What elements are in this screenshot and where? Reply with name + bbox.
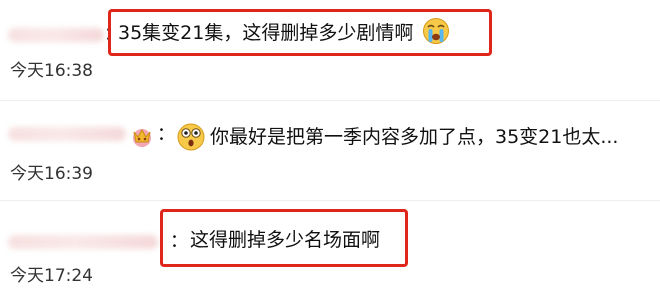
surprised-face-icon bbox=[177, 123, 205, 151]
comment-item: ： 你最好是把第一季内容多加了点，35变21也太... 今天16:39 bbox=[0, 100, 660, 200]
comment-text: 35集变21集，这得删掉多少剧情啊 bbox=[118, 22, 414, 44]
colon-separator: ： bbox=[170, 231, 188, 252]
crown-badge-icon bbox=[133, 128, 151, 147]
comment-timestamp: 今天17:24 bbox=[10, 266, 93, 286]
comment-timestamp: 今天16:39 bbox=[10, 164, 93, 184]
username-redacted[interactable] bbox=[8, 235, 158, 249]
crying-face-icon bbox=[423, 18, 449, 44]
colon-separator: ： bbox=[157, 124, 175, 145]
username-redacted[interactable] bbox=[8, 127, 126, 141]
comment-item: ： 35集变21集，这得删掉多少剧情啊 今天16:38 bbox=[0, 0, 660, 100]
comment-item: ： 这得删掉多少名场面啊 今天17:24 bbox=[0, 200, 660, 304]
comment-timestamp: 今天16:38 bbox=[10, 61, 93, 81]
comment-text: 这得删掉多少名场面啊 bbox=[190, 229, 381, 251]
comment-text: 你最好是把第一季内容多加了点，35变21也太... bbox=[210, 126, 619, 148]
username-redacted[interactable] bbox=[8, 28, 104, 42]
